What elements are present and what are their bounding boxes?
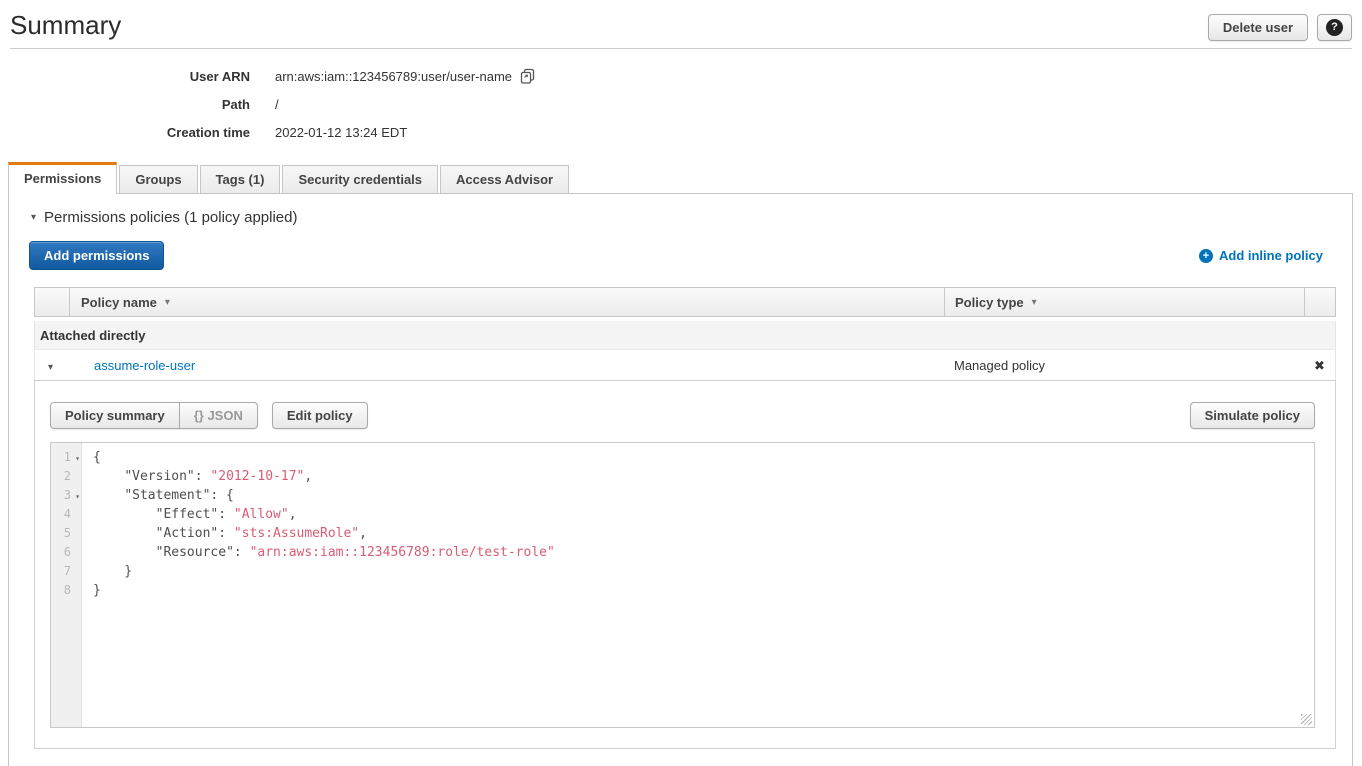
json-view-button[interactable]: {} JSON xyxy=(179,402,258,429)
expander-column-header xyxy=(35,288,69,316)
plus-icon: + xyxy=(1199,249,1213,263)
policy-summary-button[interactable]: Policy summary xyxy=(50,402,180,429)
code-line: 6 "Resource": "arn:aws:iam::123456789:ro… xyxy=(51,543,1314,562)
policy-row: ▾ assume-role-user Managed policy ✖ xyxy=(34,350,1336,380)
section-collapse-icon: ▾ xyxy=(31,212,36,223)
add-inline-policy-label: Add inline policy xyxy=(1219,248,1323,263)
line-number: 8 xyxy=(51,581,81,600)
add-inline-policy-link[interactable]: + Add inline policy xyxy=(1199,248,1323,263)
resize-handle-icon[interactable] xyxy=(1301,714,1312,725)
simulate-policy-button[interactable]: Simulate policy xyxy=(1190,402,1315,429)
delete-user-button[interactable]: Delete user xyxy=(1208,14,1308,41)
permissions-policies-section-toggle[interactable]: ▾ Permissions policies (1 policy applied… xyxy=(31,209,1352,226)
row-expand-caret-icon: ▾ xyxy=(48,362,53,373)
code-line: 5 "Action": "sts:AssumeRole", xyxy=(51,524,1314,543)
tab-bar: Permissions Groups Tags (1) Security cre… xyxy=(8,162,1362,193)
line-number: 4 xyxy=(51,505,81,524)
page-header: Summary Delete user ? xyxy=(0,0,1362,48)
creation-time-label: Creation time xyxy=(0,125,250,140)
row-expand-toggle[interactable]: ▾ xyxy=(35,358,69,373)
user-arn-label: User ARN xyxy=(0,69,250,84)
header-divider xyxy=(10,48,1352,49)
edit-policy-button[interactable]: Edit policy xyxy=(272,402,368,429)
tab-groups[interactable]: Groups xyxy=(119,165,197,193)
help-icon: ? xyxy=(1326,19,1343,36)
code-line: 3▾ "Statement": { xyxy=(51,486,1314,505)
json-policy-editor[interactable]: 1▾{2 "Version": "2012-10-17",3▾ "Stateme… xyxy=(50,442,1315,728)
line-number: 2 xyxy=(51,467,81,486)
permissions-policies-title: Permissions policies (1 policy applied) xyxy=(44,209,297,226)
line-number: 1▾ xyxy=(51,448,81,467)
line-number: 5 xyxy=(51,524,81,543)
code-line: 8} xyxy=(51,581,1314,600)
remove-policy-icon[interactable]: ✖ xyxy=(1314,358,1325,373)
detail-row-creation-time: Creation time 2022-01-12 13:24 EDT xyxy=(0,118,1362,146)
policy-name-column-header[interactable]: Policy name ▾ xyxy=(69,288,944,316)
actions-column-header xyxy=(1304,288,1335,316)
copy-icon[interactable] xyxy=(520,68,535,84)
help-button[interactable]: ? xyxy=(1317,14,1352,41)
fold-caret-icon[interactable]: ▾ xyxy=(75,449,80,468)
creation-time-value: 2022-01-12 13:24 EDT xyxy=(275,125,407,140)
sort-caret-icon: ▾ xyxy=(1032,297,1037,308)
code-line: 1▾{ xyxy=(51,448,1314,467)
policy-type-value: Managed policy xyxy=(944,358,1304,373)
code-editor-lines: 1▾{2 "Version": "2012-10-17",3▾ "Stateme… xyxy=(51,443,1314,600)
policy-name-header-label: Policy name xyxy=(81,295,157,310)
permissions-panel: ▾ Permissions policies (1 policy applied… xyxy=(8,193,1353,766)
tab-access-advisor[interactable]: Access Advisor xyxy=(440,165,569,193)
detail-row-user-arn: User ARN arn:aws:iam::123456789:user/use… xyxy=(0,62,1362,90)
tab-tags[interactable]: Tags (1) xyxy=(200,165,281,193)
policy-detail-toolbar: Policy summary {} JSON Edit policy Simul… xyxy=(50,402,1315,429)
tab-permissions[interactable]: Permissions xyxy=(8,162,117,194)
user-details: User ARN arn:aws:iam::123456789:user/use… xyxy=(0,62,1362,146)
path-label: Path xyxy=(0,97,250,112)
policy-detail-expanded: Policy summary {} JSON Edit policy Simul… xyxy=(34,380,1336,749)
tab-security-credentials[interactable]: Security credentials xyxy=(282,165,438,193)
view-toggle-group: Policy summary {} JSON xyxy=(50,402,258,429)
policy-type-header-label: Policy type xyxy=(955,295,1024,310)
policy-type-column-header[interactable]: Policy type ▾ xyxy=(944,288,1304,316)
code-line: 7 } xyxy=(51,562,1314,581)
header-actions: Delete user ? xyxy=(1208,14,1352,41)
user-arn-value: arn:aws:iam::123456789:user/user-name xyxy=(275,69,512,84)
add-permissions-button[interactable]: Add permissions xyxy=(29,241,164,270)
line-number: 3▾ xyxy=(51,486,81,505)
policy-table-header: Policy name ▾ Policy type ▾ xyxy=(34,287,1336,317)
line-number: 7 xyxy=(51,562,81,581)
page-title: Summary xyxy=(10,10,121,41)
policy-table: Policy name ▾ Policy type ▾ Attached dir… xyxy=(34,287,1336,749)
attached-directly-group-row: Attached directly xyxy=(34,321,1336,350)
line-number: 6 xyxy=(51,543,81,562)
fold-caret-icon[interactable]: ▾ xyxy=(75,487,80,506)
code-line: 4 "Effect": "Allow", xyxy=(51,505,1314,524)
code-line: 2 "Version": "2012-10-17", xyxy=(51,467,1314,486)
detail-row-path: Path / xyxy=(0,90,1362,118)
path-value: / xyxy=(275,97,279,112)
sort-caret-icon: ▾ xyxy=(165,297,170,308)
policy-name-link[interactable]: assume-role-user xyxy=(94,358,195,373)
permissions-toolbar: Add permissions + Add inline policy xyxy=(29,241,1323,270)
